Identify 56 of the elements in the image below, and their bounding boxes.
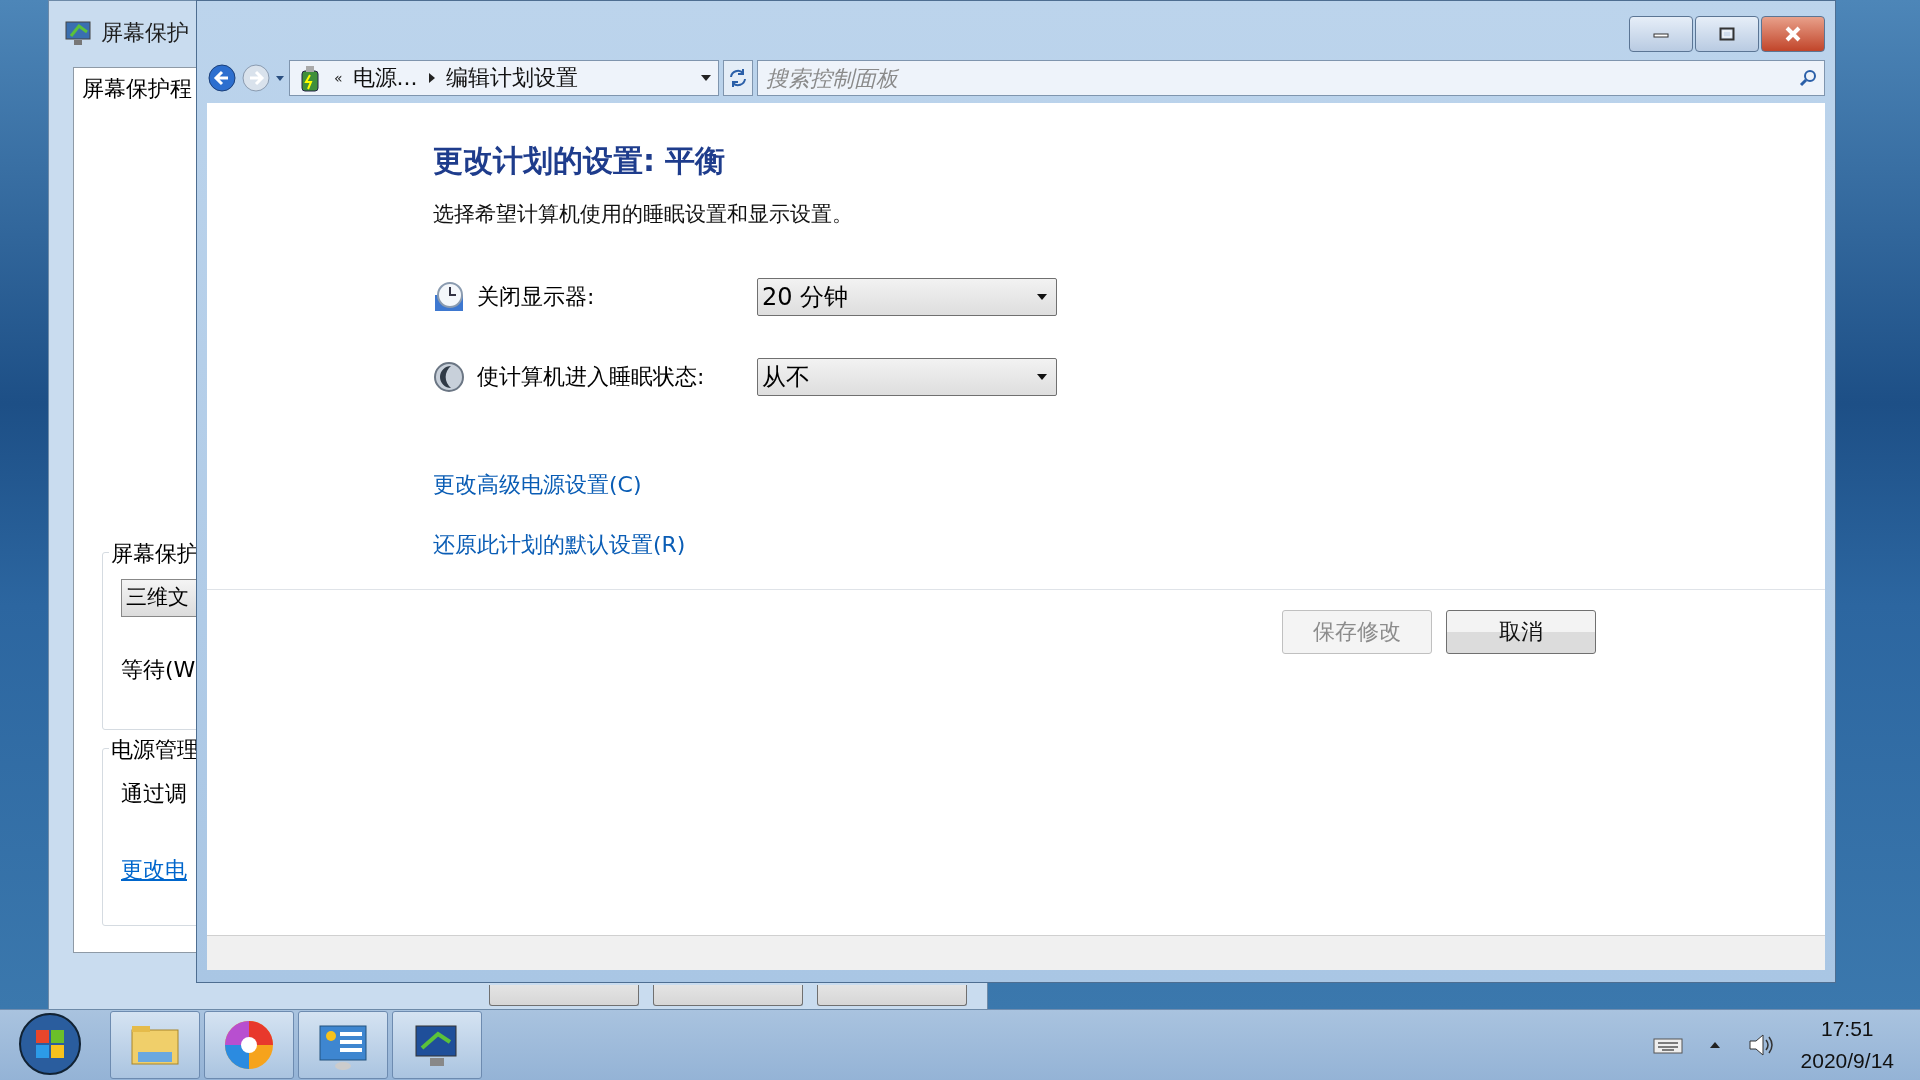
overflow-chevron[interactable]: « — [334, 70, 343, 86]
description-text: 选择希望计算机使用的睡眠设置和显示设置。 — [433, 201, 854, 228]
refresh-icon — [728, 68, 748, 88]
speaker-icon — [1746, 1031, 1775, 1059]
dropdown-arrow-icon — [1036, 293, 1048, 301]
power-settings-link[interactable]: 更改电 — [121, 855, 187, 885]
caret-icon — [275, 74, 285, 82]
moon-icon — [433, 361, 465, 393]
monitor-icon — [65, 20, 93, 46]
dialog-button[interactable] — [653, 985, 803, 1006]
close-button[interactable] — [1761, 16, 1825, 52]
caret-up-icon — [1708, 1041, 1721, 1049]
clock-date: 2020/9/14 — [1800, 1048, 1894, 1074]
page-heading: 更改计划的设置: 平衡 — [433, 142, 727, 180]
windows-logo-icon — [18, 1012, 82, 1076]
chevron-right-icon — [427, 72, 436, 84]
show-hidden-icons-button[interactable] — [1708, 1041, 1721, 1049]
screensaver-dropdown[interactable]: 三维文 — [121, 579, 199, 617]
taskbar-button[interactable] — [298, 1011, 388, 1079]
dropdown[interactable]: 20 分钟 — [757, 278, 1057, 316]
keyboard-icon — [1652, 1036, 1683, 1054]
history-dropdown[interactable] — [275, 74, 285, 82]
back-button[interactable] — [207, 63, 237, 93]
dropdown[interactable]: 从不 — [757, 358, 1057, 396]
window-title: 屏幕保护 — [101, 19, 189, 47]
dialog-button[interactable] — [817, 985, 967, 1006]
start-button[interactable] — [18, 1012, 84, 1078]
dialog-button[interactable] — [489, 985, 639, 1006]
clock-icon — [433, 281, 465, 313]
clock[interactable]: 17:51 2020/9/14 — [1800, 1013, 1894, 1077]
address-bar[interactable]: « 电源... 编辑计划设置 — [289, 60, 719, 96]
dropdown-arrow-icon — [1036, 373, 1048, 381]
wait-label: 等待(W — [121, 656, 196, 684]
description-text: 通过调 — [121, 780, 187, 808]
dropdown-arrow-icon — [700, 74, 712, 82]
setting-label: 关闭显示器: — [477, 283, 596, 311]
maximize-button[interactable] — [1695, 16, 1759, 52]
breadcrumb[interactable]: 电源... — [352, 63, 418, 93]
taskbar-button[interactable] — [204, 1011, 294, 1079]
settings-link[interactable]: 还原此计划的默认设置(R) — [433, 530, 686, 560]
maximize-icon — [1719, 27, 1735, 41]
tab[interactable]: 屏幕保护程 — [82, 74, 192, 104]
search-field[interactable]: 搜索控制面板 — [757, 60, 1825, 96]
cancel-button[interactable]: 取消 — [1446, 610, 1596, 654]
close-icon — [1784, 26, 1802, 42]
refresh-button[interactable] — [723, 60, 753, 96]
settings-link[interactable]: 更改高级电源设置(C) — [433, 470, 642, 500]
taskbar-button[interactable] — [392, 1011, 482, 1079]
pinwheel-icon — [222, 1018, 276, 1072]
minimize-button[interactable] — [1629, 16, 1693, 52]
clock-time: 17:51 — [1821, 1016, 1874, 1042]
keyboard-button[interactable] — [1652, 1036, 1683, 1054]
search-icon — [1799, 69, 1817, 87]
setting-label: 使计算机进入睡眠状态: — [477, 363, 706, 391]
breadcrumb[interactable]: 编辑计划设置 — [445, 63, 578, 93]
volume-button[interactable] — [1746, 1031, 1775, 1059]
